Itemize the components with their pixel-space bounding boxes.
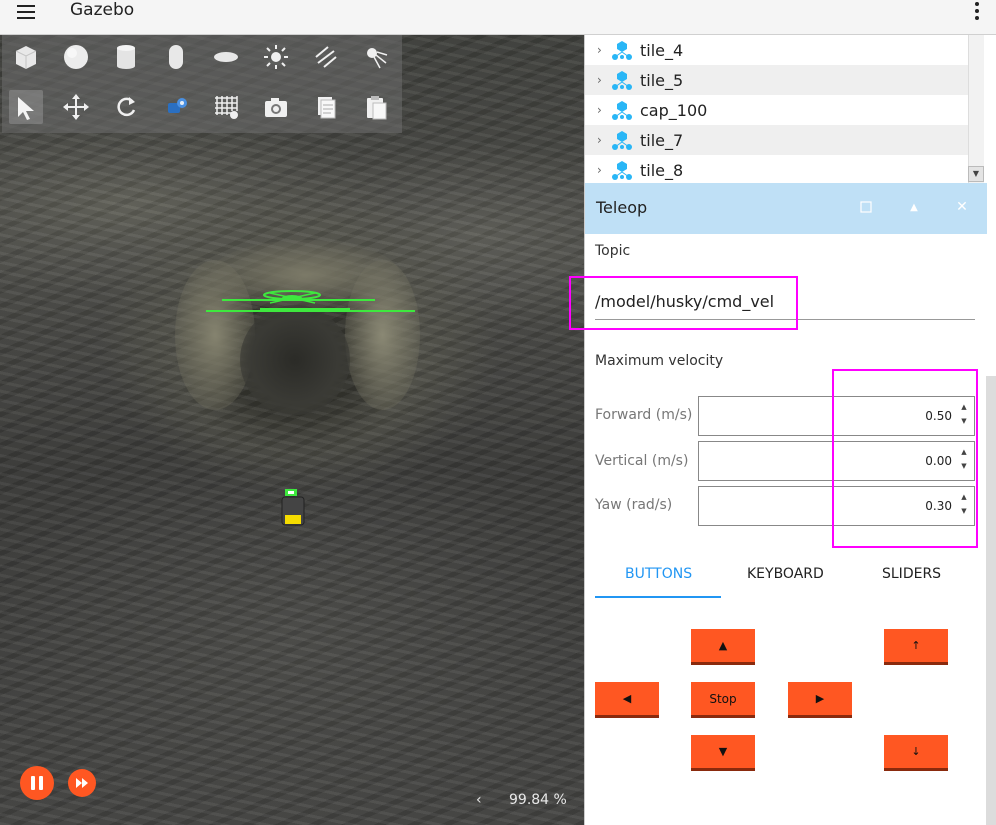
yaw-velocity-label: Yaw (rad/s) (595, 497, 673, 513)
topic-label: Topic (595, 243, 631, 259)
pause-icon (31, 776, 35, 790)
more-options-icon[interactable] (970, 0, 984, 22)
chevron-right-icon[interactable]: › (597, 103, 607, 117)
tree-item[interactable]: › tile_5 (585, 65, 970, 95)
box-icon[interactable] (9, 40, 43, 74)
model-icon (612, 101, 632, 120)
drone-model[interactable] (200, 285, 420, 315)
collapse-icon[interactable]: ▲ (905, 198, 923, 216)
tree-item-label: tile_7 (640, 130, 684, 150)
point-light-icon[interactable] (259, 40, 293, 74)
sphere-icon[interactable] (59, 40, 93, 74)
ellipsoid-icon[interactable] (209, 40, 243, 74)
spin-down-icon[interactable]: ▼ (959, 462, 969, 474)
fast-forward-icon (76, 778, 88, 788)
spot-light-icon[interactable] (359, 40, 393, 74)
camera-icon[interactable] (259, 90, 293, 124)
spin-down-icon[interactable]: ▼ (959, 417, 969, 429)
capsule-icon[interactable] (159, 40, 193, 74)
tree-item-label: tile_8 (640, 160, 684, 180)
model-icon (612, 131, 632, 150)
forward-velocity-label: Forward (m/s) (595, 407, 693, 423)
tree-item[interactable]: › tile_4 (585, 35, 970, 65)
vertical-velocity-label: Vertical (m/s) (595, 453, 689, 469)
tree-item[interactable]: › tile_7 (585, 125, 970, 155)
paste-icon[interactable] (359, 90, 393, 124)
app-title: Gazebo (70, 0, 135, 20)
directional-light-icon[interactable] (309, 40, 343, 74)
yaw-velocity-spinbox[interactable]: 0.30 ▲ ▼ (698, 486, 975, 526)
tab-keyboard[interactable]: KEYBOARD (747, 566, 824, 582)
spin-up-icon[interactable]: ▲ (959, 448, 969, 460)
topic-input[interactable]: /model/husky/cmd_vel (595, 280, 975, 320)
husky-robot-model[interactable] (281, 489, 305, 527)
real-time-factor: 99.84 % (509, 792, 567, 808)
model-icon (612, 41, 632, 60)
chevron-right-icon[interactable]: › (597, 133, 607, 147)
teleop-header: Teleop ▲ ✕ (585, 183, 987, 234)
tab-sliders[interactable]: SLIDERS (882, 566, 941, 582)
translate-icon[interactable] (59, 90, 93, 124)
left-button[interactable]: ◀ (595, 682, 659, 718)
down-button[interactable]: ↓ (884, 735, 948, 771)
chevron-right-icon[interactable]: › (597, 43, 607, 57)
max-velocity-label: Maximum velocity (595, 353, 724, 369)
active-tab-indicator (595, 596, 721, 598)
select-icon[interactable] (9, 90, 43, 124)
tunnel-opening (240, 305, 350, 415)
grid-icon[interactable] (209, 90, 243, 124)
chevron-right-icon[interactable]: › (597, 73, 607, 87)
spin-up-icon[interactable]: ▲ (959, 493, 969, 505)
stop-button[interactable]: Stop (691, 682, 755, 718)
pause-button[interactable] (20, 766, 54, 800)
title-bar: Gazebo (0, 0, 996, 35)
scene-3d-viewport[interactable] (0, 35, 584, 825)
rotate-icon[interactable] (109, 90, 143, 124)
forward-button[interactable]: ▲ (691, 629, 755, 665)
transform-control-icon[interactable] (159, 90, 193, 124)
scene-toolbar (2, 35, 402, 133)
right-button[interactable]: ▶ (788, 682, 852, 718)
entity-tree: › tile_4 › tile_5 › cap_100 › tile_7 › t… (584, 35, 996, 183)
backward-button[interactable]: ▼ (691, 735, 755, 771)
copy-icon[interactable] (309, 90, 343, 124)
scroll-down-arrow-icon[interactable]: ▼ (968, 166, 984, 182)
vertical-velocity-spinbox[interactable]: 0.00 ▲ ▼ (698, 441, 975, 481)
vertical-velocity-value: 0.00 (925, 454, 952, 468)
chevron-right-icon[interactable]: › (597, 163, 607, 177)
tree-item[interactable]: › cap_100 (585, 95, 970, 125)
cylinder-icon[interactable] (109, 40, 143, 74)
tab-buttons[interactable]: BUTTONS (625, 566, 692, 582)
panel-scrollbar[interactable] (986, 376, 996, 825)
tree-item-label: tile_5 (640, 70, 684, 90)
yaw-velocity-value: 0.30 (925, 499, 952, 513)
model-icon (612, 71, 632, 90)
maximize-icon[interactable] (857, 198, 875, 216)
tree-scrollbar[interactable] (968, 35, 984, 183)
teleop-title: Teleop (596, 198, 648, 217)
forward-velocity-value: 0.50 (925, 409, 952, 423)
up-button[interactable]: ↑ (884, 629, 948, 665)
spin-down-icon[interactable]: ▼ (959, 507, 969, 519)
step-forward-button[interactable] (68, 769, 96, 797)
model-icon (612, 161, 632, 180)
close-icon[interactable]: ✕ (953, 198, 971, 216)
tree-item-label: tile_4 (640, 40, 684, 60)
tree-item-label: cap_100 (640, 100, 708, 120)
spin-up-icon[interactable]: ▲ (959, 403, 969, 415)
forward-velocity-spinbox[interactable]: 0.50 ▲ ▼ (698, 396, 975, 436)
stats-toggle-arrow[interactable]: ‹ (476, 792, 482, 808)
tree-item[interactable]: › tile_8 (585, 155, 970, 183)
hamburger-menu-icon[interactable] (15, 2, 39, 22)
